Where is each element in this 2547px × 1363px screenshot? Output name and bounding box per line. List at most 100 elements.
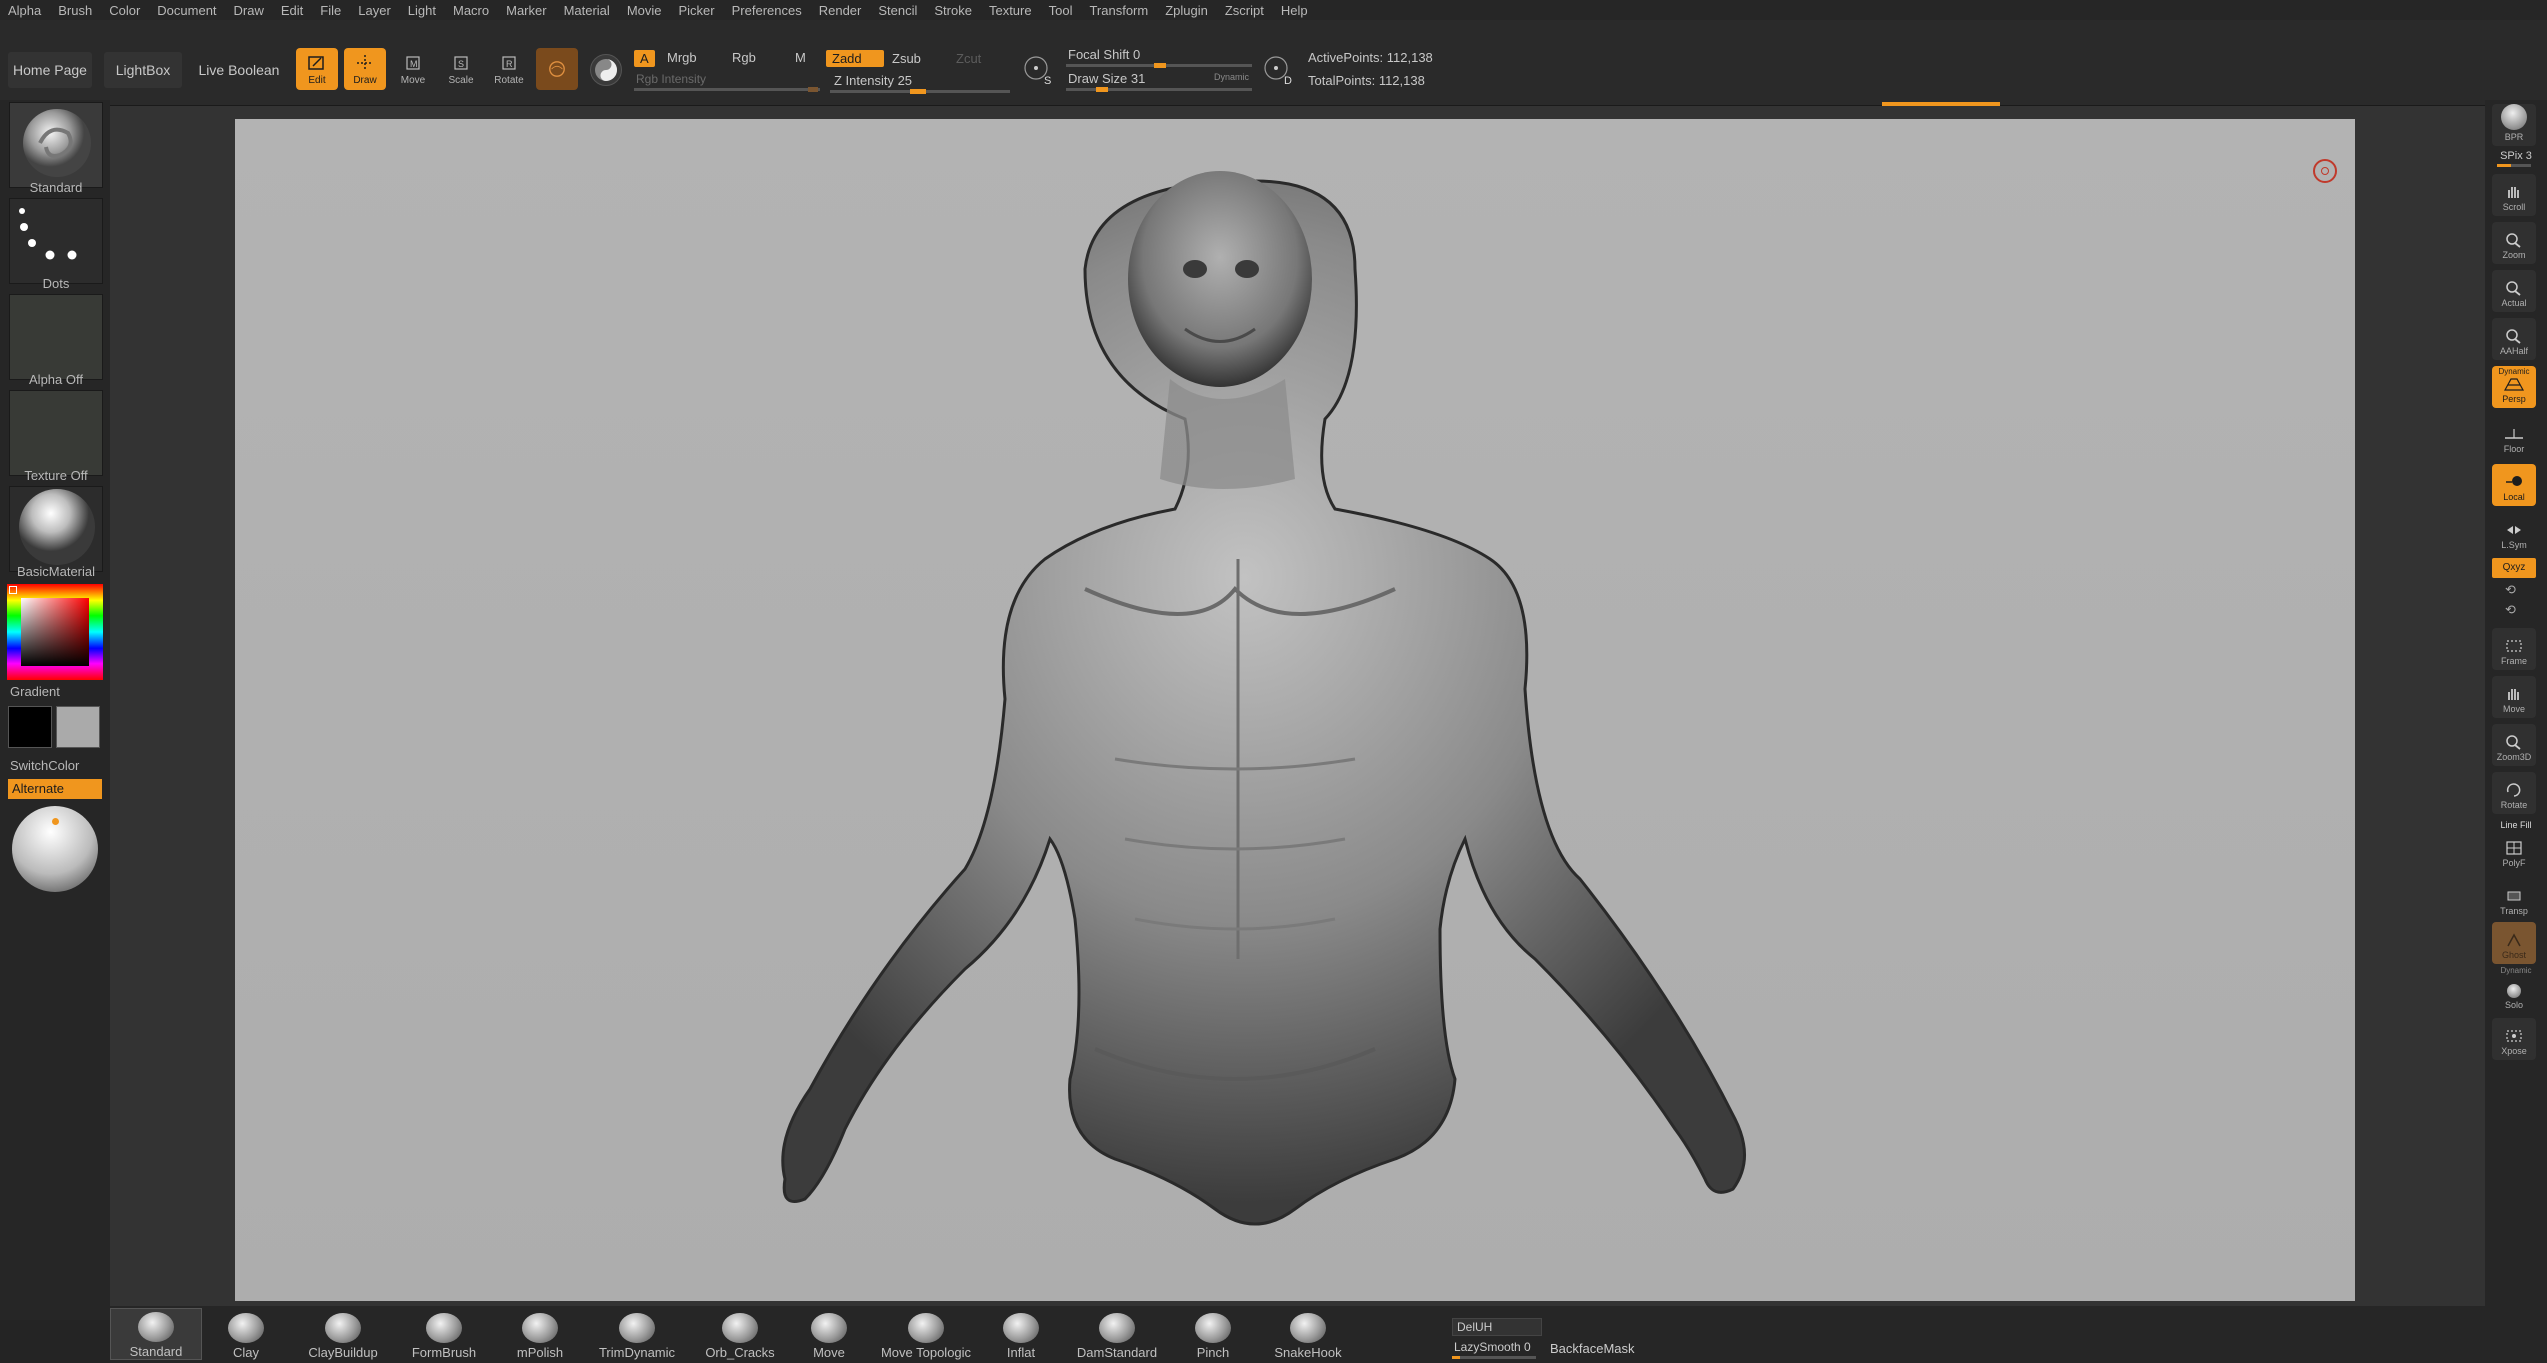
alternate-button[interactable]: Alternate [8,779,102,799]
xyz-toggle[interactable]: Qxyz [2492,558,2536,578]
brush-pinch[interactable]: Pinch [1190,1308,1236,1360]
menu-macro[interactable]: Macro [453,3,489,18]
menu-preferences[interactable]: Preferences [732,3,802,18]
gradient-label[interactable]: Gradient [10,684,60,699]
rotate-view-button[interactable]: Rotate [2492,772,2536,814]
menu-document[interactable]: Document [157,3,216,18]
brush-formbrush[interactable]: FormBrush [408,1308,480,1360]
brush-thumbnail[interactable] [9,102,103,188]
aahalf-button[interactable]: AAHalf [2492,318,2536,360]
rgb-intensity-handle[interactable] [808,87,818,92]
brush-claybuildup[interactable]: ClayBuildup [306,1308,380,1360]
dynamic-toggle[interactable]: Dynamic [1214,72,1249,82]
brush-inflat[interactable]: Inflat [996,1308,1046,1360]
z-intensity-slider[interactable]: Z Intensity 25 [834,73,912,88]
menu-alpha[interactable]: Alpha [8,3,41,18]
sculptris-pro-button[interactable] [536,48,578,90]
spix-track[interactable] [2497,164,2531,167]
zcut-button[interactable]: Zcut [956,51,981,66]
rgb-intensity-slider[interactable]: Rgb Intensity [636,72,706,86]
m-button[interactable]: M [795,50,806,65]
focal-shift-slider[interactable]: Focal Shift 0 [1068,47,1140,62]
secondary-color-swatch[interactable] [56,706,100,748]
menu-file[interactable]: File [320,3,341,18]
lsym-button[interactable]: L.Sym [2492,512,2536,554]
scale-button[interactable]: S Scale [440,48,482,90]
brush-damstandard[interactable]: DamStandard [1074,1308,1160,1360]
bpr-button[interactable]: BPR [2492,104,2536,146]
menu-transform[interactable]: Transform [1089,3,1148,18]
menu-tool[interactable]: Tool [1049,3,1073,18]
local-button[interactable]: Local [2492,464,2536,506]
switchcolor-button[interactable]: SwitchColor [10,758,79,773]
stroke-thumbnail[interactable] [9,198,103,284]
menu-brush[interactable]: Brush [58,3,92,18]
menu-help[interactable]: Help [1281,3,1308,18]
move-button[interactable]: M Move [392,48,434,90]
rgb-button[interactable]: Rgb [732,50,756,65]
draw-size-track[interactable] [1066,88,1252,91]
brush-trimdynamic[interactable]: TrimDynamic [596,1308,678,1360]
scroll-button[interactable]: Scroll [2492,174,2536,216]
ghost-button[interactable]: Ghost [2492,922,2536,964]
alpha-thumbnail[interactable] [9,294,103,380]
brush-move[interactable]: Move [806,1308,852,1360]
zoom-button[interactable]: Zoom [2492,222,2536,264]
edit-button[interactable]: Edit [296,48,338,90]
color-picker[interactable] [7,584,103,680]
move-view-button[interactable]: Move [2492,676,2536,718]
d-target-icon[interactable]: D [1262,54,1294,87]
rotate-button[interactable]: R Rotate [488,48,530,90]
light-position-marker[interactable] [52,818,59,825]
material-thumbnail[interactable] [9,486,103,572]
draw-size-handle[interactable] [1096,87,1108,92]
polyf-button[interactable]: PolyF [2492,830,2536,872]
lazy-smooth-track[interactable] [1452,1356,1536,1359]
saturation-value-square[interactable] [21,598,89,666]
menu-zscript[interactable]: Zscript [1225,3,1264,18]
brush-clay[interactable]: Clay [218,1308,274,1360]
backface-mask-button[interactable]: BackfaceMask [1550,1341,1635,1356]
torso-model[interactable] [235,119,2355,1301]
draw-size-slider[interactable]: Draw Size 31 [1068,71,1145,86]
home-page-button[interactable]: Home Page [8,52,92,88]
zsub-button[interactable]: Zsub [892,51,921,66]
menu-movie[interactable]: Movie [627,3,662,18]
brush-mpolish[interactable]: mPolish [512,1308,568,1360]
brush-snakehook[interactable]: SnakeHook [1270,1308,1346,1360]
persp-button[interactable]: Dynamic Persp [2492,366,2536,408]
zoom3d-button[interactable]: Zoom3D [2492,724,2536,766]
menu-zplugin[interactable]: Zplugin [1165,3,1208,18]
lightbox-button[interactable]: LightBox [104,52,182,88]
brush-move-topologic[interactable]: Move Topologic [876,1308,976,1360]
menu-light[interactable]: Light [408,3,436,18]
brush-standard[interactable]: Standard [110,1308,202,1360]
z-intensity-handle[interactable] [910,89,926,94]
spix-slider[interactable]: SPix 3 [2487,150,2545,162]
menu-marker[interactable]: Marker [506,3,546,18]
viewport-canvas[interactable] [235,119,2355,1301]
draw-button[interactable]: Draw [344,48,386,90]
transp-button[interactable]: Transp [2492,878,2536,920]
rgb-intensity-track[interactable] [634,88,820,91]
s-target-icon[interactable]: S [1022,54,1054,87]
live-boolean-button[interactable]: Live Boolean [194,52,284,88]
floor-button[interactable]: Floor [2492,416,2536,458]
menu-edit[interactable]: Edit [281,3,303,18]
solo-button[interactable]: Solo [2492,972,2536,1014]
a-toggle[interactable]: A [634,50,655,67]
main-color-swatch[interactable] [8,706,52,748]
brush-orb-cracks[interactable]: Orb_Cracks [700,1308,780,1360]
menu-texture[interactable]: Texture [989,3,1032,18]
menu-picker[interactable]: Picker [679,3,715,18]
texture-thumbnail[interactable] [9,390,103,476]
menu-draw[interactable]: Draw [234,3,264,18]
menu-material[interactable]: Material [564,3,610,18]
frame-button[interactable]: Frame [2492,628,2536,670]
menu-color[interactable]: Color [109,3,140,18]
yin-yang-icon[interactable] [590,54,622,86]
light-sphere[interactable] [12,806,98,892]
zadd-button[interactable]: Zadd [826,50,884,67]
deluh-button[interactable]: DelUH [1452,1318,1542,1336]
menu-stroke[interactable]: Stroke [934,3,972,18]
